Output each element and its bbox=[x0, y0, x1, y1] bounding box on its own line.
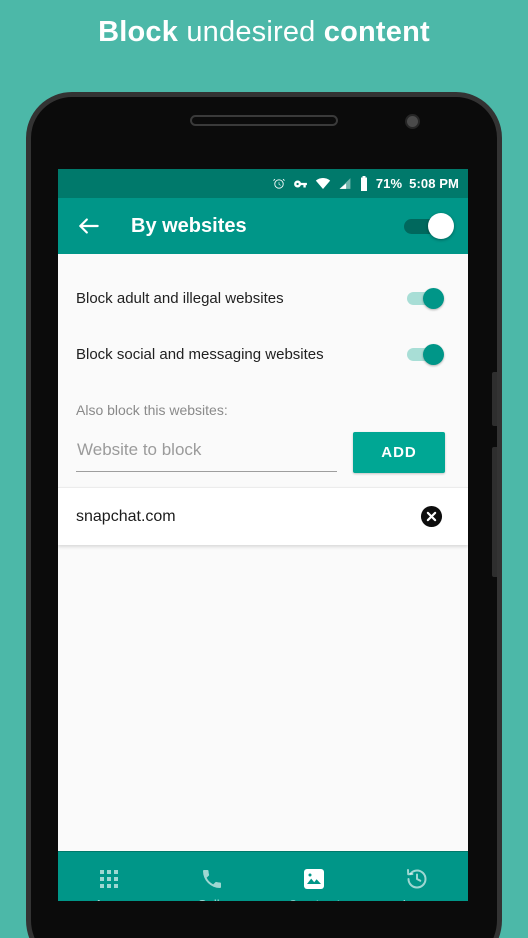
page-title-bold-2: content bbox=[323, 16, 430, 48]
nav-item-apps[interactable]: Apps bbox=[58, 852, 161, 901]
earpiece-speaker bbox=[190, 115, 338, 126]
settings-body: Block adult and illegal websites Block s… bbox=[58, 280, 468, 901]
blocked-site-name: snapchat.com bbox=[76, 507, 176, 525]
page-title-normal: undesired bbox=[178, 16, 324, 48]
master-toggle[interactable] bbox=[402, 213, 454, 239]
close-circle-icon[interactable] bbox=[420, 505, 443, 528]
bottom-navigation: Apps Calls bbox=[58, 851, 468, 901]
battery-percent-label: 71% bbox=[375, 176, 403, 191]
status-clock: 5:08 PM bbox=[409, 176, 459, 191]
nav-label: Content bbox=[288, 897, 341, 902]
front-camera bbox=[405, 114, 420, 129]
also-block-label: Also block this websites: bbox=[76, 402, 228, 418]
page-title: Block undesired content bbox=[0, 16, 528, 49]
nav-label: Apps bbox=[94, 897, 124, 901]
alarm-icon bbox=[272, 177, 286, 191]
toggle-adult-illegal[interactable] bbox=[407, 287, 444, 309]
signal-icon bbox=[338, 177, 352, 190]
toggle-thumb bbox=[423, 287, 444, 309]
battery-icon bbox=[359, 176, 369, 191]
phone-screen: 71% 5:08 PM By websites Block adult and … bbox=[58, 169, 468, 901]
vpn-key-icon bbox=[293, 177, 308, 191]
app-bar: By websites bbox=[58, 198, 468, 254]
master-toggle-thumb bbox=[428, 213, 454, 239]
toggle-social-messaging[interactable] bbox=[407, 343, 444, 365]
phone-mockup: 71% 5:08 PM By websites Block adult and … bbox=[26, 92, 502, 938]
apps-grid-icon bbox=[97, 867, 121, 891]
power-button[interactable] bbox=[492, 372, 497, 426]
nav-label: Calls bbox=[197, 897, 226, 901]
add-website-row: ADD bbox=[58, 432, 468, 473]
history-icon bbox=[405, 867, 429, 891]
setting-row-social-messaging[interactable]: Block social and messaging websites bbox=[58, 336, 468, 372]
page-title-bold-1: Block bbox=[98, 16, 179, 48]
setting-label: Block social and messaging websites bbox=[76, 345, 324, 363]
phone-icon bbox=[200, 867, 224, 891]
status-bar: 71% 5:08 PM bbox=[58, 169, 468, 198]
app-bar-title: By websites bbox=[131, 214, 247, 237]
back-arrow-icon[interactable] bbox=[76, 213, 102, 239]
wifi-icon bbox=[315, 177, 331, 190]
nav-item-calls[interactable]: Calls bbox=[161, 852, 264, 901]
nav-item-content[interactable]: Content bbox=[263, 852, 366, 901]
add-button[interactable]: ADD bbox=[353, 432, 445, 473]
nav-item-logs[interactable]: Logs bbox=[366, 852, 469, 901]
nav-label: Logs bbox=[403, 897, 431, 901]
website-input[interactable] bbox=[76, 433, 337, 472]
setting-label: Block adult and illegal websites bbox=[76, 289, 284, 307]
volume-button[interactable] bbox=[492, 447, 497, 577]
toggle-thumb bbox=[423, 343, 444, 365]
blocked-site-row[interactable]: snapchat.com bbox=[58, 487, 468, 545]
image-icon bbox=[302, 867, 326, 891]
setting-row-adult-illegal[interactable]: Block adult and illegal websites bbox=[58, 280, 468, 316]
